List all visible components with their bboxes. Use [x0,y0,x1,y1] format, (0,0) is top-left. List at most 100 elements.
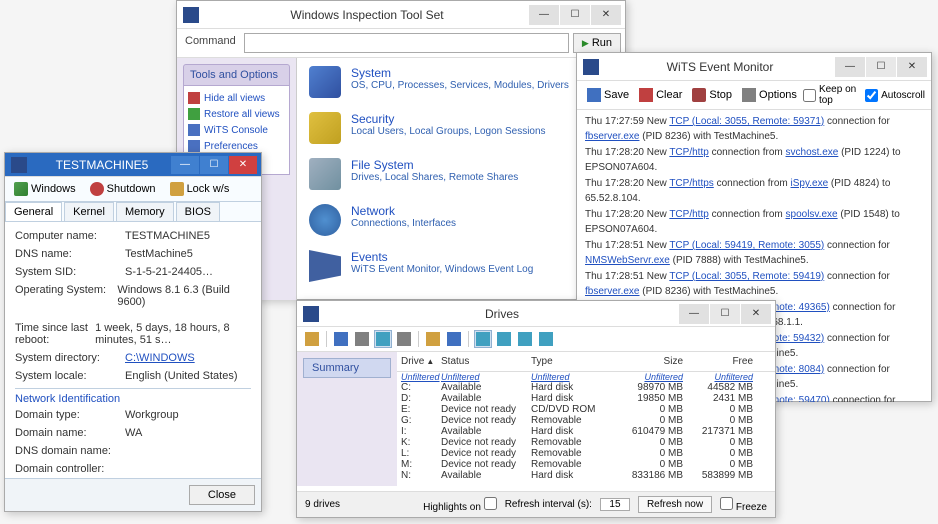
process-link[interactable]: fbserver.exe [585,131,639,142]
process-link[interactable]: fbserver.exe [585,286,639,297]
label: System SID: [15,266,125,278]
process-link[interactable]: svchost.exe [786,147,839,158]
minimize-button[interactable]: — [171,156,199,174]
close-button-footer[interactable]: Close [189,485,255,505]
process-link[interactable]: NMSWebServr.exe [585,255,670,266]
category-item[interactable]: NetworkConnections, Interfaces [309,204,613,236]
minimize-button[interactable]: — [835,57,865,77]
category-item[interactable]: EventsWiTS Event Monitor, Windows Event … [309,250,613,282]
toolbar-btn-5[interactable] [395,330,413,348]
maximize-button[interactable]: ☐ [200,156,228,174]
table-row[interactable]: E:Device not readyCD/DVD ROM0 MB0 MB [397,404,775,415]
run-button[interactable]: ▶Run [573,33,621,53]
windows-menu[interactable]: Windows [8,180,82,198]
table-row[interactable]: L:Device not readyRemovable0 MB0 MB [397,448,775,459]
col-drive[interactable]: Drive▲ [397,354,437,369]
close-button[interactable]: ✕ [229,156,257,174]
process-link[interactable]: spoolsv.exe [786,209,838,220]
close-button[interactable]: ✕ [591,5,621,25]
tab-memory[interactable]: Memory [116,202,174,221]
maximize-button[interactable]: ☐ [710,304,740,324]
event-link[interactable]: TCP (Local: 3055, Remote: 59419) [669,271,824,282]
tm-footer: Close [5,478,261,511]
event-link[interactable]: TCP/http [669,209,708,220]
event-link[interactable]: TCP (Local: 59419, Remote: 3055) [669,240,824,251]
toolbar-btn-11[interactable] [537,330,555,348]
process-link[interactable]: iSpy.exe [791,178,829,189]
event-link[interactable]: TCP/http [669,147,708,158]
tm-titlebar[interactable]: TESTMACHINE5 — ☐ ✕ [5,153,261,177]
wits-titlebar[interactable]: Windows Inspection Tool Set — ☐ ✕ [177,1,625,29]
app-icon [583,59,599,75]
summary-item[interactable]: Summary [303,358,391,378]
sidebar-item[interactable]: Restore all views [188,106,285,122]
toolbar-btn-2[interactable] [332,330,350,348]
cell-type: Removable [527,459,617,470]
dr-titlebar[interactable]: Drives — ☐ ✕ [297,301,775,327]
maximize-button[interactable]: ☐ [560,5,590,25]
highlights-checkbox[interactable]: Highlights on [423,497,497,513]
sysdir-link[interactable]: C:\WINDOWS [125,352,195,364]
filter-link[interactable]: Unfiltered [437,372,527,382]
event-link[interactable]: TCP (Local: 3055, Remote: 59371) [669,116,824,127]
gear-icon [742,88,756,102]
interval-input[interactable] [600,498,630,511]
table-row[interactable]: G:Device not readyRemovable0 MB0 MB [397,415,775,426]
event-link[interactable]: TCP/https [669,178,713,189]
table-row[interactable]: D:AvailableHard disk19850 MB2431 MB [397,393,775,404]
tm-content: Computer name:TESTMACHINE5 DNS name:Test… [5,222,261,472]
dns-name-value: TestMachine5 [125,248,193,260]
toolbar-btn-8[interactable] [474,330,492,348]
category-item[interactable]: File SystemDrives, Local Shares, Remote … [309,158,613,190]
table-row[interactable]: C:AvailableHard disk98970 MB44582 MB [397,382,775,393]
close-button[interactable]: ✕ [741,304,771,324]
event-line: Thu 17:28:20 New TCP/http connection fro… [585,207,923,237]
table-row[interactable]: K:Device not readyRemovable0 MB0 MB [397,437,775,448]
filter-link[interactable]: Unfiltered [397,372,437,382]
toolbar-btn-3[interactable] [353,330,371,348]
stop-button[interactable]: Stop [688,87,736,103]
sidebar-item[interactable]: Hide all views [188,90,285,106]
keep-on-top-checkbox[interactable]: Keep on top [803,84,863,106]
cell-size: 0 MB [617,437,687,448]
refresh-button[interactable]: Refresh now [638,496,712,513]
cell-drive: G: [397,415,437,426]
maximize-button[interactable]: ☐ [866,57,896,77]
tab-bios[interactable]: BIOS [176,202,220,221]
autoscroll-checkbox[interactable]: Autoscroll [865,89,925,102]
minimize-button[interactable]: — [679,304,709,324]
tab-general[interactable]: General [5,202,62,221]
toolbar-btn-9[interactable] [495,330,513,348]
toolbar-btn-7[interactable] [445,330,463,348]
toolbar-btn-6[interactable] [424,330,442,348]
command-input[interactable] [244,33,569,53]
tab-kernel[interactable]: Kernel [64,202,114,221]
clear-button[interactable]: Clear [635,87,686,103]
toolbar-btn-4[interactable] [374,330,392,348]
col-status[interactable]: Status [437,354,527,369]
lock-button[interactable]: Lock w/s [164,180,236,198]
table-row[interactable]: N:AvailableHard disk833186 MB583899 MB [397,470,775,481]
table-row[interactable]: M:Device not readyRemovable0 MB0 MB [397,459,775,470]
close-button[interactable]: ✕ [897,57,927,77]
table-row[interactable]: I:AvailableHard disk610479 MB217371 MB [397,426,775,437]
filter-link[interactable]: Unfiltered [687,372,757,382]
minimize-button[interactable]: — [529,5,559,25]
col-size[interactable]: Size [617,354,687,369]
separator [418,331,419,347]
filter-link[interactable]: Unfiltered [617,372,687,382]
toolbar-btn-10[interactable] [516,330,534,348]
sidebar-item[interactable]: WiTS Console [188,122,285,138]
category-item[interactable]: SystemOS, CPU, Processes, Services, Modu… [309,66,613,98]
col-free[interactable]: Free [687,354,757,369]
category-item[interactable]: SecurityLocal Users, Local Groups, Logon… [309,112,613,144]
filter-link[interactable]: Unfiltered [527,372,617,382]
options-button[interactable]: Options [738,87,801,103]
freeze-checkbox[interactable]: Freeze [720,497,767,513]
save-button[interactable]: Save [583,87,633,103]
col-type[interactable]: Type [527,354,617,369]
toolbar-btn-1[interactable] [303,330,321,348]
ev-titlebar[interactable]: WiTS Event Monitor — ☐ ✕ [577,53,931,81]
separator [326,331,327,347]
shutdown-menu[interactable]: Shutdown [84,180,162,198]
